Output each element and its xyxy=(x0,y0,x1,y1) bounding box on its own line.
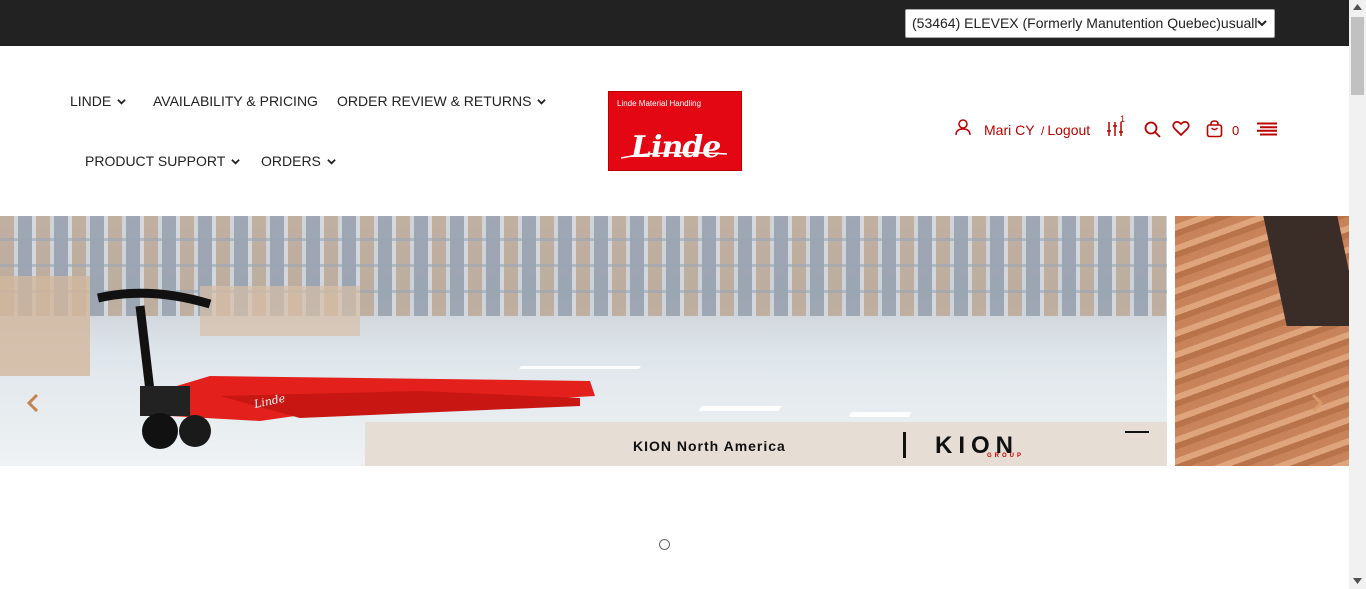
linde-logo[interactable]: Linde Material Handling Linde xyxy=(608,91,742,171)
nav-orders[interactable]: ORDERS xyxy=(261,153,336,169)
kion-group-label: GROUP xyxy=(987,453,1025,459)
hero-slide-1[interactable]: Linde KION North America KION GROUP xyxy=(0,216,1167,466)
logout-link[interactable]: / Logout xyxy=(1041,122,1090,138)
logo-swoosh xyxy=(620,151,728,159)
chevron-down-icon xyxy=(231,158,241,165)
scrollbar-thumb[interactable] xyxy=(1351,17,1364,95)
logout-label: Logout xyxy=(1047,122,1091,138)
account-select[interactable]: (53464) ELEVEX (Formerly Manutention Que… xyxy=(905,9,1275,38)
scroll-down-icon[interactable] xyxy=(1353,578,1362,584)
account-select-value: (53464) ELEVEX (Formerly Manutention Que… xyxy=(912,15,1258,31)
kion-logo-dash xyxy=(1125,431,1149,433)
logo-tagline: Linde Material Handling xyxy=(617,99,702,108)
hero-slide-next-preview xyxy=(1175,216,1349,466)
nav-linde-label: LINDE xyxy=(70,93,112,109)
nav-availability-pricing[interactable]: AVAILABILITY & PRICING xyxy=(153,93,318,109)
heart-icon[interactable] xyxy=(1172,120,1190,137)
scroll-up-icon[interactable] xyxy=(1353,4,1362,10)
logout-separator: / xyxy=(1041,124,1045,138)
chevron-down-icon xyxy=(327,158,336,165)
nav-product-support-label: PRODUCT SUPPORT xyxy=(85,153,226,169)
user-name[interactable]: Mari CY xyxy=(984,122,1035,138)
floor-marking xyxy=(698,406,782,411)
cart-count: 0 xyxy=(1232,123,1240,138)
cart-icon[interactable] xyxy=(1206,120,1223,138)
hero-carousel: Linde KION North America KION GROUP xyxy=(0,216,1349,466)
kion-banner: KION North America KION GROUP xyxy=(365,422,1167,466)
chevron-down-icon xyxy=(1257,20,1267,27)
floor-marking xyxy=(848,412,912,417)
nav-availability-label: AVAILABILITY & PRICING xyxy=(153,93,318,109)
site-header: LINDE AVAILABILITY & PRICING ORDER REVIE… xyxy=(0,46,1349,216)
carousel-dot[interactable] xyxy=(659,539,670,550)
arrow-left-icon[interactable] xyxy=(24,392,42,414)
kion-banner-text: KION North America xyxy=(633,438,786,454)
compare-count: 1 xyxy=(1120,114,1126,124)
nav-orders-label: ORDERS xyxy=(261,153,321,169)
arrow-right-icon[interactable] xyxy=(1308,392,1326,414)
nav-product-support[interactable]: PRODUCT SUPPORT xyxy=(85,153,241,169)
user-icon[interactable] xyxy=(954,118,972,136)
nav-order-review-returns[interactable]: ORDER REVIEW & RETURNS xyxy=(337,93,547,109)
menu-icon[interactable] xyxy=(1256,122,1278,136)
search-icon[interactable] xyxy=(1144,121,1161,138)
nav-linde[interactable]: LINDE xyxy=(70,93,126,109)
slide-preview-shadow xyxy=(1263,216,1349,326)
chevron-down-icon xyxy=(537,98,547,105)
scrollbar[interactable] xyxy=(1349,0,1366,589)
chevron-down-icon xyxy=(117,98,126,105)
nav-order-review-label: ORDER REVIEW & RETURNS xyxy=(337,93,532,109)
kion-separator xyxy=(903,432,906,458)
top-bar: (53464) ELEVEX (Formerly Manutention Que… xyxy=(0,0,1349,46)
